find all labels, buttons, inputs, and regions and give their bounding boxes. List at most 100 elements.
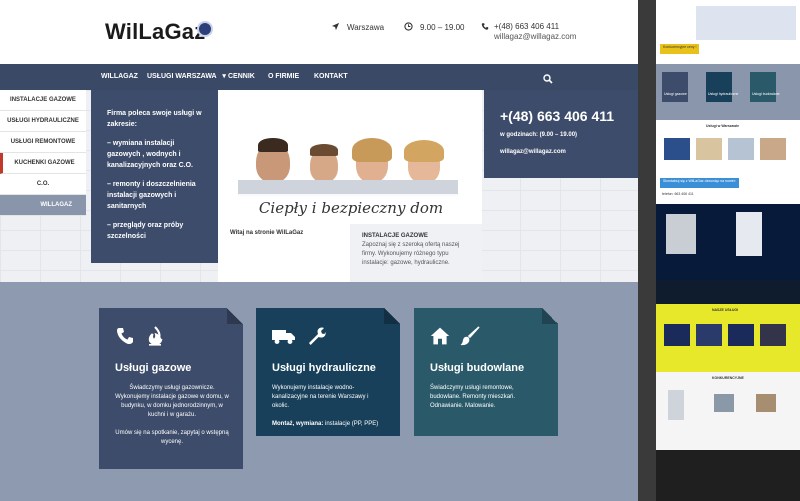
- preview-divider: [638, 0, 656, 501]
- side-item-instalacje-gazowe[interactable]: INSTALACJE GAZOWE: [0, 90, 86, 111]
- side-item-willagaz[interactable]: WILLAGAZ: [0, 195, 86, 216]
- card-body: Świadczymy usługi remontowe, budowlane. …: [430, 384, 544, 411]
- preview-yellow-section: NASZE USŁUGI: [656, 304, 800, 372]
- nav-item-willagaz[interactable]: WILLAGAZ: [101, 64, 138, 90]
- preview-tile[interactable]: Usługi gazowe: [662, 72, 688, 102]
- welcome-text: Witaj na stronie WilLaGaz: [230, 230, 304, 236]
- preview-title: KONKURENCYJNE: [712, 376, 744, 380]
- preview-title: Usługi w Warszawie: [706, 124, 740, 128]
- preview-contact-banner: Skontaktuj się z WilLaGaz dzwoniąc na nu…: [660, 178, 739, 188]
- preview-tile[interactable]: Usługi budowlane: [750, 72, 780, 102]
- nav-item-o-firmie[interactable]: O FIRMIE: [268, 64, 299, 90]
- card-text: Wykonujemy instalacje wodno-kanalizacyjn…: [272, 385, 369, 409]
- truck-icon: [272, 326, 296, 352]
- preview-image: [736, 212, 762, 256]
- brush-icon: [460, 326, 480, 352]
- chevron-down-icon: ▾: [222, 73, 226, 80]
- preview-image: [760, 138, 786, 160]
- card-text-rest: instalacje (PP, PPE): [323, 421, 379, 427]
- phone-icon: [481, 22, 489, 33]
- card-text-2: Montaż, wymiana: instalacje (PP, PPE): [272, 420, 386, 429]
- preview-services: Usługi w Warszawie: [656, 120, 800, 174]
- card-title: Usługi hydrauliczne: [272, 362, 376, 374]
- header-email[interactable]: willagaz@willagaz.com: [494, 32, 576, 42]
- card-text: Świadczymy usługi gazownicze. Wykonujemy…: [115, 385, 229, 418]
- wrench-icon: [306, 326, 326, 352]
- side-menu: INSTALACJE GAZOWE USŁUGI HYDRAULICZNE US…: [0, 90, 86, 216]
- instalacje-box[interactable]: INSTALACJE GAZOWE Zapoznaj się z szeroką…: [350, 224, 482, 282]
- card-icons: [115, 326, 165, 352]
- card-icons: [272, 326, 326, 352]
- location-info: Warszawa: [330, 22, 384, 33]
- hours-text: 9.00 – 19.00: [420, 23, 465, 32]
- phone-panel: +(48) 663 406 411 w godzinach: (9.00 – 1…: [484, 90, 638, 178]
- nav-item-cennik[interactable]: CENNIK: [228, 64, 255, 90]
- house-icon: [430, 326, 450, 352]
- card-title: Usługi budowlane: [430, 362, 525, 374]
- preview-image: [728, 138, 754, 160]
- preview-image: [668, 390, 684, 420]
- fold-corner: [542, 308, 558, 324]
- preview-tiles: Usługi gazowe Usługi hydrauliczne Usługi…: [656, 64, 800, 120]
- preview-contact: Skontaktuj się z WilLaGaz dzwoniąc na nu…: [656, 174, 800, 204]
- services-point: – wymiana instalacji gazowych , wodnych …: [107, 140, 193, 169]
- preview-cta-button[interactable]: Konkurencyjne ceny !: [660, 44, 700, 54]
- location-text: Warszawa: [347, 23, 385, 32]
- page-preview-strip[interactable]: Konkurencyjne ceny ! Usługi gazowe Usług…: [638, 0, 800, 501]
- fold-corner: [384, 308, 400, 324]
- preview-image: [756, 394, 776, 412]
- instalacje-text: Zapoznaj się z szeroką ofertą naszej fir…: [362, 242, 460, 266]
- services-intro: Firma poleca swoje usługi w zakresie:: [107, 110, 202, 128]
- card-uslugi-gazowe[interactable]: Usługi gazowe Świadczymy usługi gazownic…: [99, 308, 243, 469]
- side-item-uslugi-remontowe[interactable]: USŁUGI REMONTOWE: [0, 132, 86, 153]
- site-main: WilLaGaz Warszawa 9.00 – 19.00 +(48) 663…: [0, 0, 638, 501]
- services-point: – przeglądy oraz próby szczelności: [107, 222, 184, 240]
- phone-icon: [115, 326, 135, 352]
- preview-footer: [656, 450, 800, 501]
- panel-phone[interactable]: +(48) 663 406 411: [500, 108, 622, 124]
- nav-item-uslugi-label: USŁUGI WARSZAWA: [147, 73, 217, 80]
- card-uslugi-hydrauliczne[interactable]: Usługi hydrauliczne Wykonujemy instalacj…: [256, 308, 400, 436]
- location-arrow-icon: [330, 22, 340, 33]
- preview-image: [728, 324, 754, 346]
- header-phone[interactable]: +(48) 663 406 411: [494, 22, 559, 32]
- flame-icon: [145, 326, 165, 352]
- preview-image: [714, 394, 734, 412]
- side-item-uslugi-hydrauliczne[interactable]: USŁUGI HYDRAULICZNE: [0, 111, 86, 132]
- preview-image: [664, 138, 690, 160]
- preview-header: Konkurencyjne ceny !: [656, 0, 800, 64]
- preview-image: [696, 6, 796, 40]
- hours-info: 9.00 – 19.00: [403, 22, 464, 33]
- instalacje-title: INSTALACJE GAZOWE: [362, 233, 428, 239]
- nav-item-kontakt[interactable]: KONTAKT: [314, 64, 348, 90]
- fold-corner: [227, 308, 243, 324]
- preview-image: [664, 324, 690, 346]
- preview-image: [760, 324, 786, 346]
- card-body: Świadczymy usługi gazownicze. Wykonujemy…: [115, 384, 229, 447]
- card-icons: [430, 326, 480, 352]
- side-item-kuchenki-gazowe[interactable]: KUCHENKI GAZOWE: [0, 153, 86, 174]
- card-uslugi-budowlane[interactable]: Usługi budowlane Świadczymy usługi remon…: [414, 308, 558, 436]
- preview-strip-bar: [656, 280, 800, 304]
- nav-item-uslugi[interactable]: USŁUGI WARSZAWA ▾: [147, 64, 226, 90]
- card-text: Świadczymy usługi remontowe, budowlane. …: [430, 385, 516, 409]
- welcome-box: Witaj na stronie WilLaGaz: [218, 224, 350, 282]
- hero-banner: Ciepły i bezpieczny dom: [226, 194, 476, 222]
- clock-icon: [403, 22, 413, 33]
- card-text-bold: Montaż, wymiana:: [272, 421, 324, 427]
- services-point: – remonty i doszczelnienia instalacji ga…: [107, 181, 196, 210]
- card-text-2: Umów się na spotkanie, zapytaj o wstępną…: [115, 430, 229, 445]
- search-icon[interactable]: [543, 71, 553, 84]
- preview-image: [696, 324, 722, 346]
- preview-phone: telefon: 663 406 411: [662, 192, 694, 196]
- side-item-co[interactable]: C.O.: [0, 174, 86, 195]
- logo[interactable]: WilLaGaz: [105, 19, 205, 45]
- header: WilLaGaz Warszawa 9.00 – 19.00 +(48) 663…: [0, 0, 638, 64]
- preview-products: KONKURENCYJNE: [656, 372, 800, 450]
- preview-tile[interactable]: Usługi hydrauliczne: [706, 72, 738, 102]
- main-navbar: WILLAGAZ USŁUGI WARSZAWA ▾ CENNIK O FIRM…: [0, 64, 638, 90]
- preview-image: [696, 138, 722, 160]
- panel-hours: w godzinach: (9.00 – 19.00): [500, 132, 578, 138]
- services-panel: Firma poleca swoje usługi w zakresie: – …: [91, 90, 218, 263]
- panel-email[interactable]: willagaz@willagaz.com: [500, 149, 622, 155]
